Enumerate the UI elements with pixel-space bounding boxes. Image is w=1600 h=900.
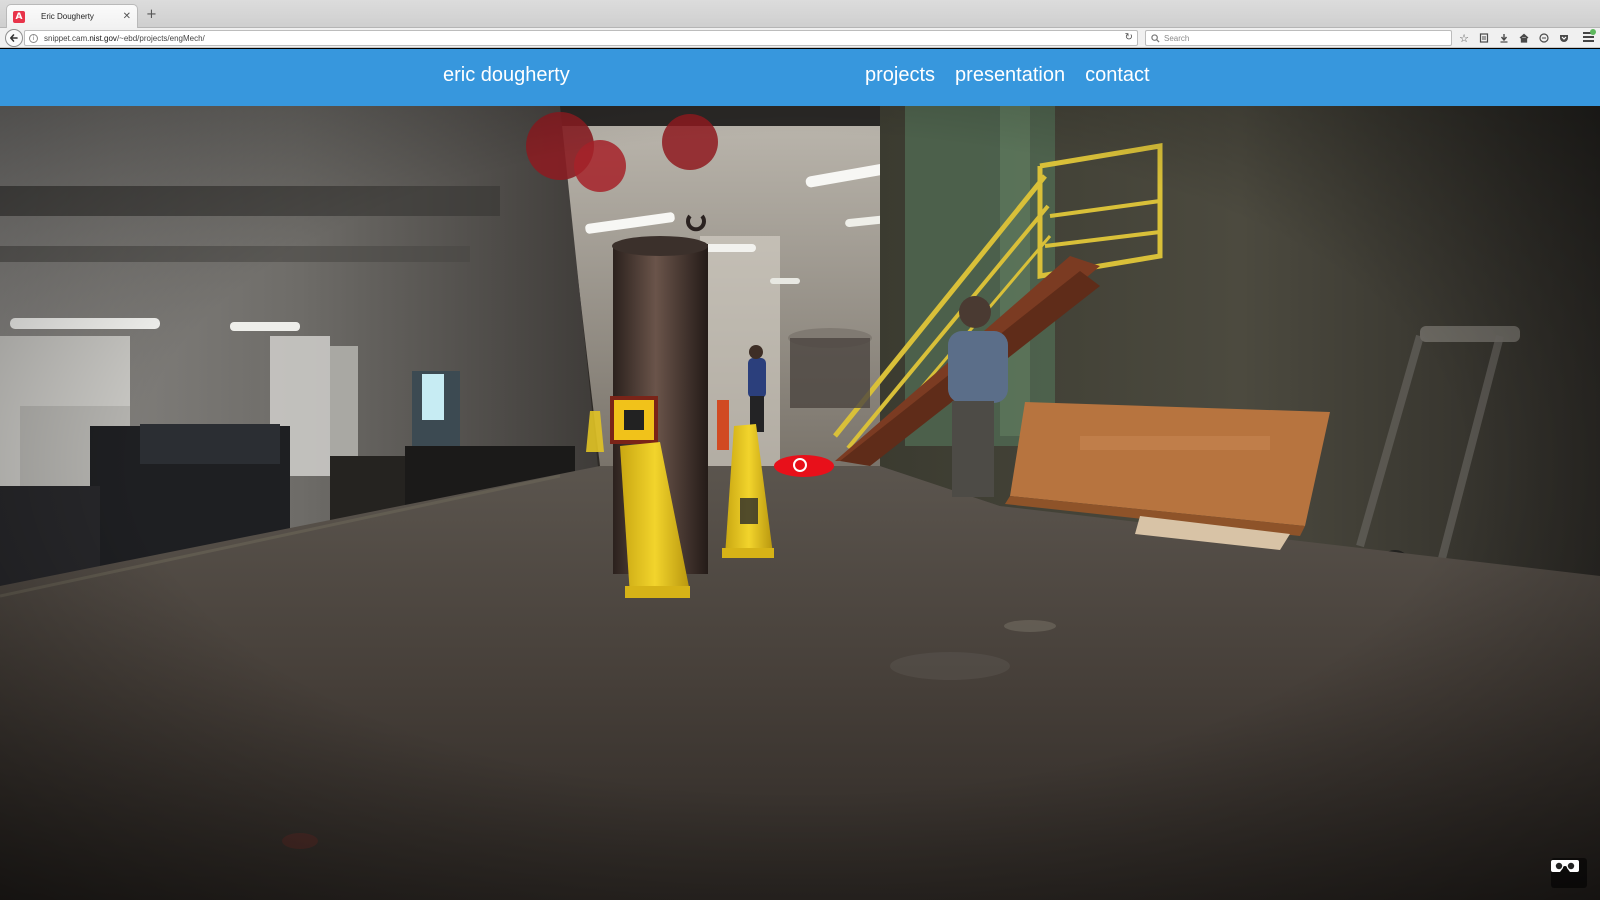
browser-toolbar: ☆ [1456,30,1572,46]
panorama-scene [0,106,1600,900]
site-info-icon[interactable]: i [29,33,38,43]
reading-list-icon[interactable] [1476,30,1492,46]
browser-navigation-bar: i snippet.cam.nist.gov/~ebd/projects/eng… [0,28,1600,48]
panorama-viewer[interactable] [0,106,1600,900]
nav-link-projects[interactable]: projects [865,64,935,87]
site-header: eric dougherty projects presentation con… [0,49,1600,106]
vr-mode-button[interactable] [1551,858,1587,888]
search-icon [1151,33,1160,43]
new-tab-icon[interactable]: + [146,7,157,22]
search-input[interactable]: Search [1145,30,1452,46]
address-bar[interactable]: i snippet.cam.nist.gov/~ebd/projects/eng… [24,30,1138,46]
tab-close-icon[interactable]: ✕ [123,11,131,22]
nav-link-presentation[interactable]: presentation [955,64,1065,87]
browser-tab[interactable]: A Eric Dougherty ✕ [6,4,138,28]
site-name-link[interactable]: eric dougherty [443,64,570,87]
search-placeholder: Search [1164,33,1190,43]
tab-title: Eric Dougherty [41,12,94,21]
chat-icon[interactable] [1536,30,1552,46]
hamburger-menu-icon[interactable] [1580,29,1596,46]
pocket-icon[interactable] [1556,30,1572,46]
bookmark-star-icon[interactable]: ☆ [1456,30,1472,46]
url-text: snippet.cam.nist.gov/~ebd/projects/engMe… [44,33,205,43]
update-badge [1590,29,1596,35]
favicon-icon: A [13,10,25,23]
cardboard-vr-icon [1551,860,1579,872]
back-arrow-icon [10,34,18,42]
back-button[interactable] [5,29,23,47]
download-icon[interactable] [1496,30,1512,46]
reload-icon[interactable]: ↻ [1125,32,1133,43]
home-icon[interactable] [1516,30,1532,46]
nav-link-contact[interactable]: contact [1085,64,1149,87]
browser-tab-strip: A Eric Dougherty ✕ + [0,0,1600,28]
site-nav: projects presentation contact [865,64,1170,87]
